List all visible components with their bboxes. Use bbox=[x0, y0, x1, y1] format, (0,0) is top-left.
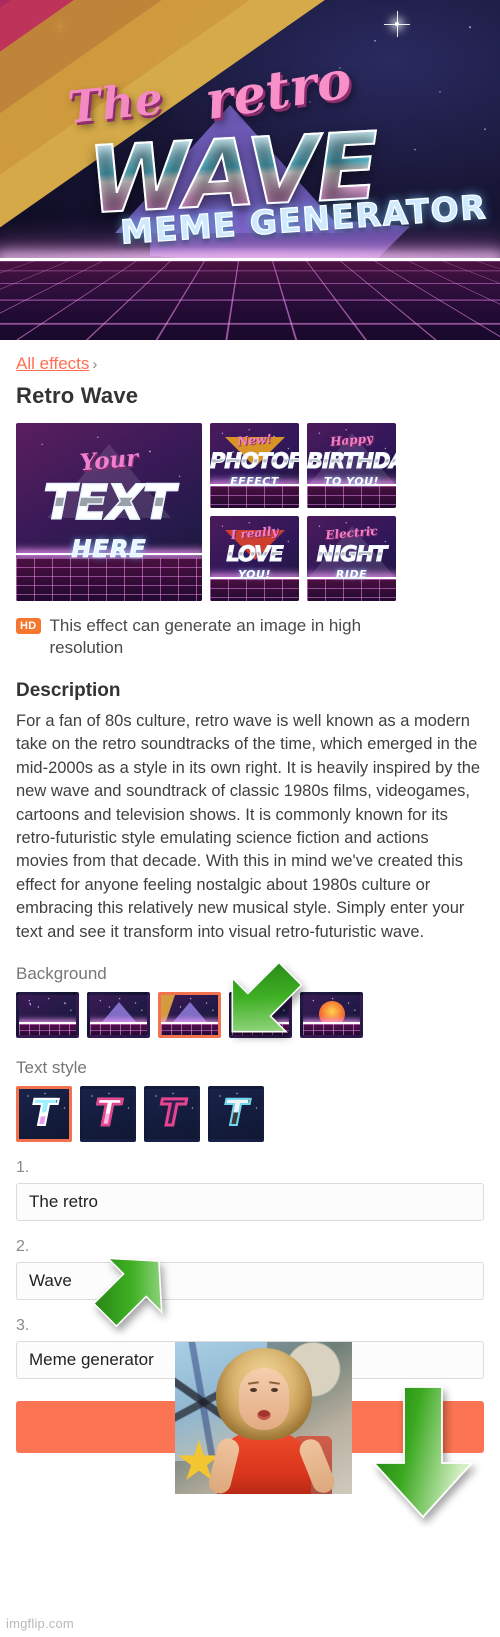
perspective-grid bbox=[210, 578, 299, 601]
eye-left bbox=[249, 1388, 257, 1392]
letter-t-glyph: T bbox=[223, 1093, 250, 1135]
perspective-grid bbox=[232, 1023, 289, 1036]
page-content: All effects › Retro Wave Your TEXT HERE N… bbox=[0, 354, 500, 1454]
perspective-grid bbox=[161, 1023, 218, 1036]
perspective-grid bbox=[16, 558, 202, 601]
gallery-thumb[interactable]: Happy BIRTHDAY TO YOU! bbox=[307, 423, 396, 508]
breadcrumb-all-effects-link[interactable]: All effects bbox=[16, 354, 89, 373]
hd-notice-text: This effect can generate an image in hig… bbox=[49, 616, 362, 658]
perspective-grid bbox=[307, 485, 396, 508]
gallery-thumb[interactable]: New! PHOTOFUNIA EFFECT bbox=[210, 423, 299, 508]
text-style-label: Text style bbox=[16, 1058, 87, 1078]
preview-line-3: HERE bbox=[71, 535, 147, 564]
field-number-3: 3. bbox=[16, 1317, 30, 1335]
text-style-option-1[interactable]: T bbox=[16, 1086, 72, 1143]
eyebrow-right bbox=[268, 1381, 280, 1385]
background-options bbox=[16, 992, 484, 1039]
breadcrumb-separator: › bbox=[92, 356, 98, 373]
text-line-1-input[interactable] bbox=[16, 1183, 484, 1222]
thumb-line-3: RIDE bbox=[335, 568, 368, 581]
face bbox=[238, 1368, 289, 1430]
gallery-thumb[interactable]: Electric NIGHT RIDE bbox=[307, 516, 396, 601]
letter-t-glyph: T bbox=[94, 1093, 121, 1135]
breadcrumb: All effects › bbox=[16, 354, 484, 374]
background-option-5[interactable] bbox=[300, 992, 363, 1039]
preview-line-2: TEXT bbox=[16, 474, 202, 532]
background-option-3[interactable] bbox=[158, 992, 221, 1039]
bright-star-icon bbox=[384, 11, 410, 37]
gallery-thumb[interactable]: I really LOVE YOU! bbox=[210, 516, 299, 601]
page-title: Retro Wave bbox=[16, 383, 139, 408]
example-gallery: Your TEXT HERE New! PHOTOFUNIA EFFECT bbox=[16, 423, 484, 601]
description-heading: Description bbox=[16, 679, 121, 701]
thumb-line-2: PHOTOFUNIA bbox=[210, 449, 299, 474]
text-line-2-input[interactable] bbox=[16, 1262, 484, 1301]
perspective-grid bbox=[307, 578, 396, 601]
perspective-grid bbox=[210, 485, 299, 508]
hd-notice: HD This effect can generate an image in … bbox=[16, 615, 484, 660]
letter-t-glyph: T bbox=[31, 1093, 58, 1135]
imgflip-watermark: imgflip.com bbox=[6, 1616, 74, 1631]
gallery-thumbnails: New! PHOTOFUNIA EFFECT Happy BIRTHDAY TO… bbox=[210, 423, 396, 601]
background-option-2[interactable] bbox=[87, 992, 150, 1039]
field-number-1: 1. bbox=[16, 1159, 30, 1177]
mouth bbox=[257, 1410, 270, 1420]
background-option-4[interactable] bbox=[229, 992, 292, 1039]
eye-right bbox=[270, 1388, 278, 1392]
description-body: For a fan of 80s culture, retro wave is … bbox=[16, 711, 481, 941]
text-style-option-3[interactable]: T bbox=[144, 1086, 200, 1143]
gallery-main-preview[interactable]: Your TEXT HERE bbox=[16, 423, 202, 601]
thumb-line-3: TO YOU! bbox=[323, 475, 380, 488]
hd-badge-icon: HD bbox=[16, 618, 41, 635]
letter-t-glyph: T bbox=[158, 1093, 186, 1135]
hero-banner: The retro WAVE MEME GENERATOR bbox=[0, 0, 500, 340]
perspective-grid bbox=[19, 1023, 76, 1036]
text-field-block-2: 2. bbox=[16, 1238, 484, 1301]
thumb-line-3: YOU! bbox=[238, 568, 271, 581]
field-number-2: 2. bbox=[16, 1238, 30, 1256]
perspective-grid bbox=[303, 1023, 360, 1036]
eyebrow-left bbox=[247, 1381, 259, 1385]
thumb-line-2: BIRTHDAY bbox=[307, 449, 396, 474]
thumb-line-2: LOVE bbox=[210, 542, 299, 567]
meme-overlay-photo bbox=[175, 1342, 352, 1494]
background-label: Background bbox=[16, 964, 107, 984]
text-style-option-4[interactable]: T bbox=[208, 1086, 264, 1143]
background-option-1[interactable] bbox=[16, 992, 79, 1039]
perspective-grid bbox=[90, 1023, 147, 1036]
thumb-line-3: EFFECT bbox=[230, 475, 279, 488]
text-style-options: T T T T bbox=[16, 1086, 484, 1143]
text-field-block-1: 1. bbox=[16, 1159, 484, 1222]
text-style-option-2[interactable]: T bbox=[80, 1086, 136, 1143]
thumb-line-2: NIGHT bbox=[307, 542, 396, 567]
